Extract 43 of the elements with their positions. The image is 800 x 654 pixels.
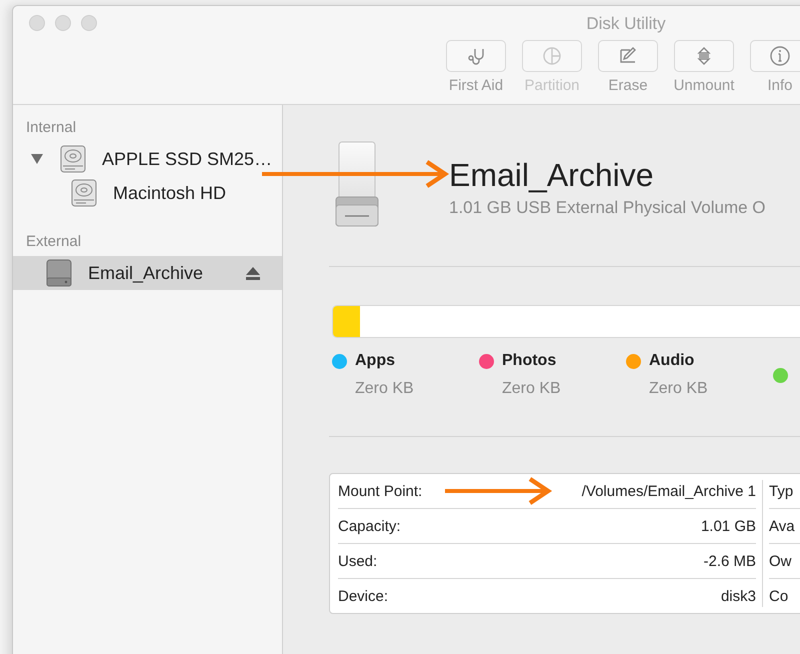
toolbar-button[interactable] xyxy=(750,40,800,72)
info-label: Ava xyxy=(769,518,795,534)
info-icon xyxy=(769,45,791,67)
toolbar-label: Info xyxy=(767,77,793,94)
legend-label: Apps xyxy=(355,352,396,370)
info-label: Co xyxy=(769,588,788,604)
external-drive-icon xyxy=(335,141,379,227)
sidebar-item[interactable]: APPLE SSD SM25… xyxy=(13,142,282,176)
sidebar-item[interactable]: Email_Archive xyxy=(13,256,282,290)
toolbar-button[interactable] xyxy=(674,40,734,72)
section-title: External xyxy=(25,233,82,252)
legend-label: Audio xyxy=(649,352,696,370)
volume-name: Email_Archive xyxy=(449,157,655,194)
legend-label: Photos xyxy=(502,352,558,370)
legend-value: Zero KB xyxy=(355,380,415,398)
stethoscope-icon xyxy=(466,46,486,66)
disclosure-triangle-icon[interactable] xyxy=(30,153,44,165)
volume-description: 1.01 GB USB External Physical Volume O xyxy=(449,198,766,218)
sidebar-item[interactable]: Macintosh HD xyxy=(13,176,282,210)
info-label: Mount Point: xyxy=(338,482,422,500)
toolbar-label: Unmount xyxy=(674,77,734,94)
hard-drive-icon xyxy=(60,145,86,173)
hard-drive-icon xyxy=(71,179,97,207)
external-drive-icon xyxy=(46,259,72,287)
pie-icon xyxy=(542,46,562,66)
info-label: Device: xyxy=(338,588,388,604)
toolbar-label: First Aid xyxy=(448,77,504,94)
toolbar-button[interactable] xyxy=(598,40,658,72)
info-value: -2.6 MB xyxy=(703,552,756,570)
window-title: Disk Utility xyxy=(585,14,667,34)
info-label: Typ xyxy=(769,482,794,500)
info-value: disk3 xyxy=(720,588,756,604)
toolbar-label: Erase xyxy=(608,77,648,94)
legend-value: Zero KB xyxy=(502,380,562,398)
section-title: Internal xyxy=(25,119,78,138)
legend-value: Zero KB xyxy=(649,380,709,398)
info-label: Ow xyxy=(769,552,792,570)
info-label: Capacity: xyxy=(338,518,401,534)
info-value: 1.01 GB xyxy=(700,518,756,534)
toolbar-button[interactable] xyxy=(446,40,506,72)
eject-icon[interactable] xyxy=(246,266,260,280)
info-label: Used: xyxy=(338,552,378,570)
info-value: /Volumes/Email_Archive 1 xyxy=(582,482,756,500)
